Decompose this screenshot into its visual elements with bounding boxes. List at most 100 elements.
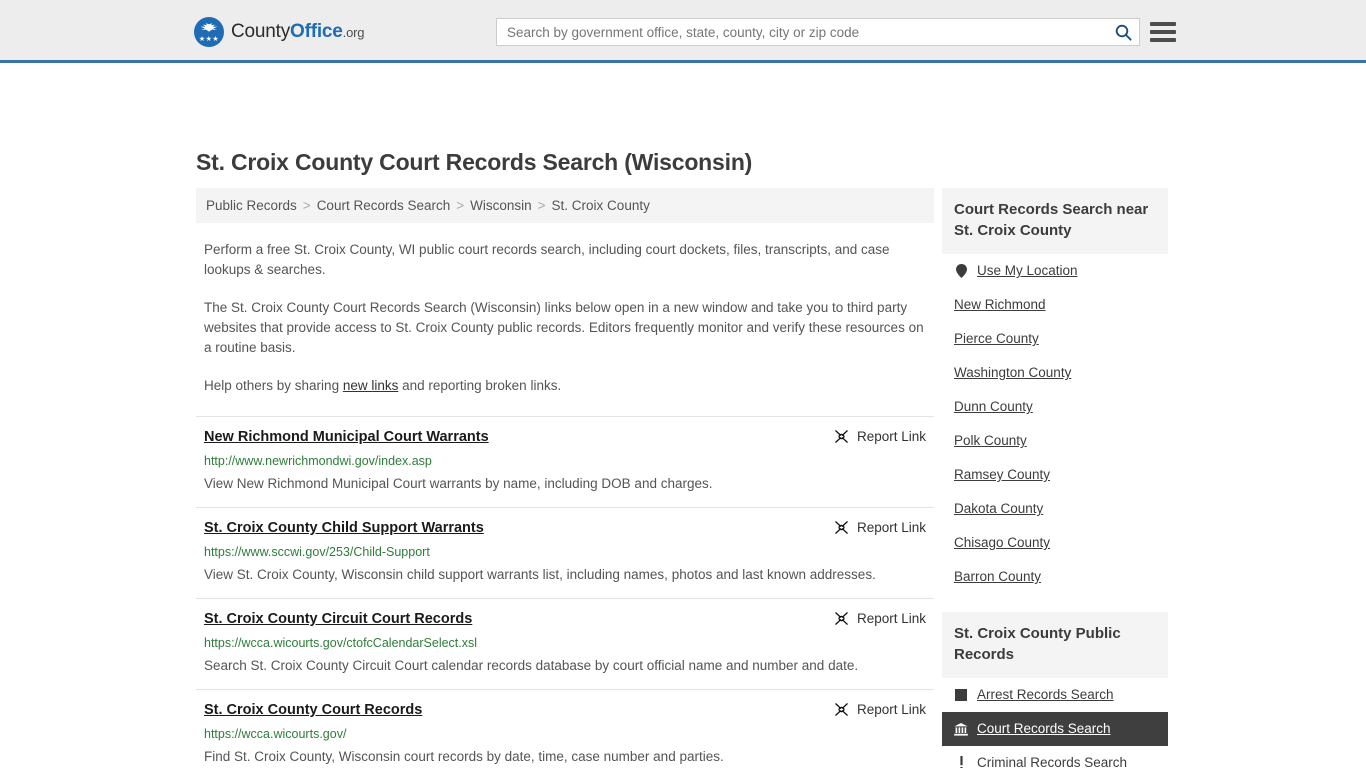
map-pin-icon bbox=[954, 264, 968, 278]
public-records-card: St. Croix County Public Records Arrest R… bbox=[942, 612, 1168, 768]
result-description: View New Richmond Municipal Court warran… bbox=[204, 476, 713, 491]
sidebar-link-chisago-county[interactable]: Chisago County bbox=[954, 534, 1050, 552]
report-link-button[interactable]: Report Link bbox=[834, 701, 926, 717]
sidebar-link-new-richmond[interactable]: New Richmond bbox=[954, 296, 1046, 314]
sidebar-link-dakota-county[interactable]: Dakota County bbox=[954, 500, 1043, 518]
stars-glyph: ★★★ bbox=[198, 36, 220, 43]
breadcrumb: Public Records > Court Records Search > Wisc… bbox=[196, 188, 934, 223]
result-title-link[interactable]: St. Croix County Child Support Warrants bbox=[204, 519, 484, 538]
report-link-button[interactable]: Report Link bbox=[834, 610, 926, 626]
sidebar-item-dakota-county[interactable]: Dakota County bbox=[942, 492, 1168, 526]
search-bar[interactable] bbox=[496, 18, 1140, 46]
sidebar-item-ramsey-county[interactable]: Ramsey County bbox=[942, 458, 1168, 492]
breadcrumb-item-2[interactable]: Wisconsin bbox=[470, 198, 532, 213]
sidebar-item-court-records-search[interactable]: Court Records Search bbox=[942, 712, 1168, 746]
sidebar-item-pierce-county[interactable]: Pierce County bbox=[942, 322, 1168, 356]
sidebar-item-dunn-county[interactable]: Dunn County bbox=[942, 390, 1168, 424]
result-header: St. Croix County Circuit Court Records R… bbox=[204, 610, 926, 629]
sidebar-item-use-my-location[interactable]: Use My Location bbox=[942, 254, 1168, 288]
sidebar-link-arrest-records-search[interactable]: Arrest Records Search bbox=[977, 686, 1114, 704]
report-link-label: Report Link bbox=[856, 520, 926, 535]
sidebar-item-chisago-county[interactable]: Chisago County bbox=[942, 526, 1168, 560]
help-suffix: and reporting broken links. bbox=[398, 378, 562, 393]
search-button[interactable] bbox=[1107, 19, 1139, 45]
intro-paragraph-1: Perform a free St. Croix County, WI publ… bbox=[204, 242, 890, 277]
broken-link-icon bbox=[835, 612, 848, 625]
breadcrumb-item-0[interactable]: Public Records bbox=[206, 198, 297, 213]
fingerprint-icon bbox=[954, 688, 968, 702]
logo-text-office: Office bbox=[290, 21, 343, 42]
result-url[interactable]: https://www.sccwi.gov/253/Child-Support bbox=[204, 544, 926, 560]
result-item: St. Croix County Child Support Warrants … bbox=[196, 508, 934, 599]
help-prefix: Help others by sharing bbox=[204, 378, 343, 393]
sidebar-item-arrest-records-search[interactable]: Arrest Records Search bbox=[942, 678, 1168, 712]
result-title-link[interactable]: New Richmond Municipal Court Warrants bbox=[204, 428, 489, 447]
result-header: St. Croix County Court Records Report Li… bbox=[204, 701, 926, 720]
result-description: Search St. Croix County Circuit Court ca… bbox=[204, 658, 859, 673]
search-icon bbox=[1115, 24, 1132, 41]
hamburger-menu-icon-bar-2 bbox=[1150, 30, 1176, 34]
report-link-label: Report Link bbox=[856, 702, 926, 717]
result-description: Find St. Croix County, Wisconsin court r… bbox=[204, 749, 724, 764]
broken-link-icon bbox=[835, 521, 848, 534]
breadcrumb-separator-0: > bbox=[302, 198, 311, 213]
breadcrumb-item-3[interactable]: St. Croix County bbox=[552, 198, 650, 213]
logo-text: CountyOffice.org bbox=[231, 21, 364, 43]
sidebar-link-use-my-location[interactable]: Use My Location bbox=[977, 262, 1078, 280]
nearby-list: Use My Location New Richmond Pierce Coun… bbox=[942, 254, 1168, 594]
intro-help-paragraph: Help others by sharing new links and rep… bbox=[204, 376, 926, 396]
public-records-heading: St. Croix County Public Records bbox=[942, 612, 1168, 678]
result-title-link[interactable]: St. Croix County Circuit Court Records bbox=[204, 610, 472, 629]
result-title-link[interactable]: St. Croix County Court Records bbox=[204, 701, 422, 720]
sidebar-item-polk-county[interactable]: Polk County bbox=[942, 424, 1168, 458]
site-logo[interactable]: ★★★ CountyOffice.org bbox=[194, 16, 364, 48]
eagle-shield-logo-icon: ★★★ bbox=[194, 17, 224, 47]
eagle-glyph bbox=[200, 23, 218, 32]
sidebar: Court Records Search near St. Croix Coun… bbox=[942, 188, 1168, 768]
result-item: New Richmond Municipal Court Warrants Re… bbox=[196, 416, 934, 508]
site-header: ★★★ CountyOffice.org bbox=[0, 0, 1366, 63]
intro-paragraph-2: The St. Croix County Court Records Searc… bbox=[204, 300, 924, 355]
sidebar-link-washington-county[interactable]: Washington County bbox=[954, 364, 1071, 382]
sidebar-link-pierce-county[interactable]: Pierce County bbox=[954, 330, 1039, 348]
nearby-card: Court Records Search near St. Croix Coun… bbox=[942, 188, 1168, 594]
report-link-label: Report Link bbox=[856, 429, 926, 444]
main-content: Public Records > Court Records Search > Wisc… bbox=[196, 188, 934, 768]
sidebar-link-ramsey-county[interactable]: Ramsey County bbox=[954, 466, 1050, 484]
page-title: St. Croix County Court Records Search (W… bbox=[196, 149, 753, 175]
breadcrumb-separator-2: > bbox=[537, 198, 546, 213]
sidebar-item-criminal-records-search[interactable]: Criminal Records Search bbox=[942, 746, 1168, 768]
results-list: New Richmond Municipal Court Warrants Re… bbox=[196, 416, 934, 768]
result-url[interactable]: http://www.newrichmondwi.gov/index.asp bbox=[204, 453, 926, 469]
result-url[interactable]: https://wcca.wicourts.gov/ bbox=[204, 726, 926, 742]
result-header: New Richmond Municipal Court Warrants Re… bbox=[204, 428, 926, 447]
result-item: St. Croix County Circuit Court Records R… bbox=[196, 599, 934, 690]
nearby-heading: Court Records Search near St. Croix Coun… bbox=[942, 188, 1168, 254]
hamburger-menu-button[interactable] bbox=[1150, 18, 1176, 46]
report-link-label: Report Link bbox=[856, 611, 926, 626]
sidebar-link-polk-county[interactable]: Polk County bbox=[954, 432, 1027, 450]
search-input[interactable] bbox=[497, 19, 1107, 45]
courthouse-icon bbox=[954, 722, 968, 736]
broken-link-icon bbox=[835, 430, 848, 443]
exclamation-icon bbox=[954, 756, 968, 768]
hamburger-menu-icon-bar-3 bbox=[1150, 38, 1176, 42]
public-records-list: Arrest Records Search Court Records Sear… bbox=[942, 678, 1168, 768]
result-item: St. Croix County Court Records Report Li… bbox=[196, 690, 934, 768]
result-url[interactable]: https://wcca.wicourts.gov/ctofcCalendarS… bbox=[204, 635, 926, 651]
breadcrumb-item-1[interactable]: Court Records Search bbox=[317, 198, 451, 213]
report-link-button[interactable]: Report Link bbox=[834, 519, 926, 535]
sidebar-item-new-richmond[interactable]: New Richmond bbox=[942, 288, 1168, 322]
sidebar-link-court-records-search[interactable]: Court Records Search bbox=[977, 720, 1111, 738]
new-links-link[interactable]: new links bbox=[343, 378, 399, 393]
sidebar-item-barron-county[interactable]: Barron County bbox=[942, 560, 1168, 594]
sidebar-link-barron-county[interactable]: Barron County bbox=[954, 568, 1041, 586]
sidebar-link-dunn-county[interactable]: Dunn County bbox=[954, 398, 1033, 416]
hamburger-menu-icon-bar-1 bbox=[1150, 22, 1176, 26]
report-link-button[interactable]: Report Link bbox=[834, 428, 926, 444]
sidebar-item-washington-county[interactable]: Washington County bbox=[942, 356, 1168, 390]
logo-text-tld: .org bbox=[342, 25, 365, 40]
intro-section: Perform a free St. Croix County, WI publ… bbox=[196, 240, 934, 396]
sidebar-link-criminal-records-search[interactable]: Criminal Records Search bbox=[977, 754, 1127, 768]
result-description: View St. Croix County, Wisconsin child s… bbox=[204, 567, 876, 582]
